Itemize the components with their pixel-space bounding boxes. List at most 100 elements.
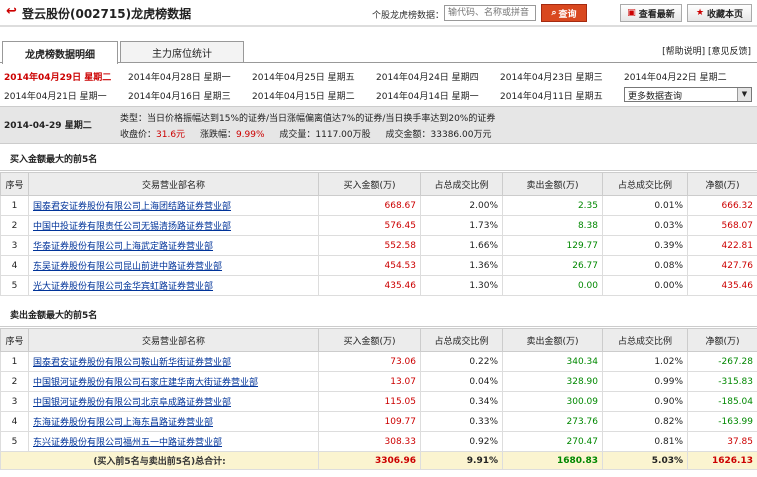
sell-pct: 0.90% xyxy=(602,391,688,412)
net-amount: 422.81 xyxy=(687,235,757,256)
buy-pct: 1.36% xyxy=(420,255,503,276)
back-arrow-icon[interactable]: ↩ xyxy=(6,5,18,19)
net-amount: -315.83 xyxy=(687,371,757,392)
sell-pct: 0.00% xyxy=(602,275,688,296)
sell-amount: 340.34 xyxy=(502,351,603,372)
bookmark-button[interactable]: ★ 收藏本页 xyxy=(687,4,752,22)
table-row: 3 华泰证券股份有限公司上海武定路证券营业部 552.58 1.66% 129.77 0.… xyxy=(0,235,757,256)
column-header: 净额(万) xyxy=(687,172,757,196)
change-pct: 9.99% xyxy=(235,130,265,140)
buy-amount: 668.67 xyxy=(318,195,421,216)
tab-seat-stats[interactable]: 主力席位统计 xyxy=(120,41,244,63)
buy-pct: 0.92% xyxy=(420,431,503,452)
info-date: 2014-04-29 星期二 xyxy=(4,121,92,131)
branch-name-link[interactable]: 中国银河证券股份有限公司北京阜成路证券营业部 xyxy=(28,391,319,412)
total-buy-pct: 9.91% xyxy=(420,451,503,470)
table-row: 5 光大证券股份有限公司金华宾虹路证券营业部 435.46 1.30% 0.00 0.00… xyxy=(0,275,757,296)
date-link[interactable]: 2014年04月23日 星期三 xyxy=(500,70,603,83)
sell-pct: 0.01% xyxy=(602,195,688,216)
column-header: 交易营业部名称 xyxy=(28,328,319,352)
row-seq: 5 xyxy=(0,431,29,452)
buy-pct: 2.00% xyxy=(420,195,503,216)
branch-name-link[interactable]: 国泰君安证券股份有限公司鞍山新华街证券营业部 xyxy=(28,351,319,372)
query-button[interactable]: ⌕ 查询 xyxy=(541,4,587,22)
buy-pct: 0.04% xyxy=(420,371,503,392)
buy-table: 序号 交易营业部名称 买入金额(万) 占总成交比例 卖出金额(万) 占总成交比例… xyxy=(0,172,757,296)
buy-pct: 1.73% xyxy=(420,215,503,236)
row-seq: 3 xyxy=(0,391,29,412)
column-header: 占总成交比例 xyxy=(420,172,503,196)
total-sell: 1680.83 xyxy=(502,451,603,470)
date-link[interactable]: 2014年04月28日 星期一 xyxy=(128,70,231,83)
buy-section-header: 买入金额最大的前5名 xyxy=(0,144,757,171)
star-icon: ★ xyxy=(695,8,705,18)
date-link[interactable]: 2014年04月15日 星期二 xyxy=(252,89,355,102)
section-title: 买入金额最大的前5名 xyxy=(10,155,98,165)
column-header: 占总成交比例 xyxy=(602,328,688,352)
info-metrics: 收盘价：31.6元 涨跌幅：9.99% 成交量：1117.00万股 成交金额：3… xyxy=(120,130,492,140)
buy-amount: 576.45 xyxy=(318,215,421,236)
date-link[interactable]: 2014年04月29日 星期二 xyxy=(4,70,111,83)
sell-amount: 8.38 xyxy=(502,215,603,236)
tabs-bar: 龙虎榜数据明细 主力席位统计 [帮助说明] [意见反馈] xyxy=(0,29,757,65)
table-header-row: 序号 交易营业部名称 买入金额(万) 占总成交比例 卖出金额(万) 占总成交比例… xyxy=(0,328,757,352)
chevron-down-icon: ▼ xyxy=(737,88,751,101)
total-net: 1626.13 xyxy=(687,451,757,470)
date-link[interactable]: 2014年04月24日 星期四 xyxy=(376,70,479,83)
buy-amount: 552.58 xyxy=(318,235,421,256)
close-price: 31.6元 xyxy=(156,130,186,140)
search-input[interactable] xyxy=(444,5,536,21)
sell-pct: 0.81% xyxy=(602,431,688,452)
stock-info-bar: 2014-04-29 星期二 类型：当日价格振幅达到15%的证券/当日涨幅偏离值… xyxy=(0,106,757,144)
row-seq: 2 xyxy=(0,215,29,236)
branch-name-link[interactable]: 国泰君安证券股份有限公司上海团结路证券营业部 xyxy=(28,195,319,216)
buy-amount: 13.07 xyxy=(318,371,421,392)
branch-name-link[interactable]: 华泰证券股份有限公司上海武定路证券营业部 xyxy=(28,235,319,256)
total-label: (买入前5名与卖出前5名)总合计: xyxy=(0,451,319,470)
buy-pct: 1.30% xyxy=(420,275,503,296)
amount: 成交金额：33386.00万元 xyxy=(385,130,492,140)
date-link[interactable]: 2014年04月16日 星期三 xyxy=(128,89,231,102)
table-row: 3 中国银河证券股份有限公司北京阜成路证券营业部 115.05 0.34% 300.09… xyxy=(0,391,757,412)
column-header: 净额(万) xyxy=(687,328,757,352)
buy-amount: 109.77 xyxy=(318,411,421,432)
view-latest-button[interactable]: ▣ 查看最新 xyxy=(620,4,682,22)
tab-detail[interactable]: 龙虎榜数据明细 xyxy=(2,41,118,64)
buy-pct: 1.66% xyxy=(420,235,503,256)
branch-name-link[interactable]: 中国银河证券股份有限公司石家庄建华南大街证券营业部 xyxy=(28,371,319,392)
total-buy: 3306.96 xyxy=(318,451,421,470)
row-seq: 5 xyxy=(0,275,29,296)
lookup-label: 个股龙虎榜数据： xyxy=(372,11,445,21)
date-link[interactable]: 2014年04月22日 星期二 xyxy=(624,70,727,83)
sell-pct: 0.03% xyxy=(602,215,688,236)
sell-table: 序号 交易营业部名称 买入金额(万) 占总成交比例 卖出金额(万) 占总成交比例… xyxy=(0,328,757,470)
branch-name-link[interactable]: 东兴证券股份有限公司福州五一中路证券营业部 xyxy=(28,431,319,452)
date-link[interactable]: 2014年04月21日 星期一 xyxy=(4,89,107,102)
top-bar: ↩ 登云股份(002715)龙虎榜数据 个股龙虎榜数据： ⌕ 查询 ▣ 查看最新… xyxy=(0,0,757,27)
more-dates-select[interactable]: 更多数据查询 ▼ xyxy=(624,87,752,102)
table-row: 4 东海证券股份有限公司上海东昌路证券营业部 109.77 0.33% 273.76 0.… xyxy=(0,411,757,432)
branch-name-link[interactable]: 东海证券股份有限公司上海东昌路证券营业部 xyxy=(28,411,319,432)
sell-amount: 273.76 xyxy=(502,411,603,432)
buy-amount: 454.53 xyxy=(318,255,421,276)
branch-name-link[interactable]: 光大证券股份有限公司金华宾虹路证券营业部 xyxy=(28,275,319,296)
branch-name-link[interactable]: 东吴证券股份有限公司昆山前进中路证券营业部 xyxy=(28,255,319,276)
branch-name-link[interactable]: 中国中投证券有限责任公司无锡清扬路证券营业部 xyxy=(28,215,319,236)
net-amount: 37.85 xyxy=(687,431,757,452)
column-header: 买入金额(万) xyxy=(318,328,421,352)
sell-amount: 0.00 xyxy=(502,275,603,296)
page-title: 登云股份(002715)龙虎榜数据 xyxy=(22,7,192,21)
column-header: 卖出金额(万) xyxy=(502,328,603,352)
info-type: 类型：当日价格振幅达到15%的证券/当日涨幅偏离值达7%的证券/当日换手率达到2… xyxy=(120,114,496,124)
sell-amount: 26.77 xyxy=(502,255,603,276)
sell-amount: 129.77 xyxy=(502,235,603,256)
net-amount: 427.76 xyxy=(687,255,757,276)
row-seq: 4 xyxy=(0,411,29,432)
date-link[interactable]: 2014年04月11日 星期五 xyxy=(500,89,603,102)
row-seq: 3 xyxy=(0,235,29,256)
help-links[interactable]: [帮助说明] [意见反馈] xyxy=(662,44,751,57)
table-row: 5 东兴证券股份有限公司福州五一中路证券营业部 308.33 0.92% 270.47 0… xyxy=(0,431,757,452)
buy-amount: 308.33 xyxy=(318,431,421,452)
date-link[interactable]: 2014年04月14日 星期一 xyxy=(376,89,479,102)
date-link[interactable]: 2014年04月25日 星期五 xyxy=(252,70,355,83)
